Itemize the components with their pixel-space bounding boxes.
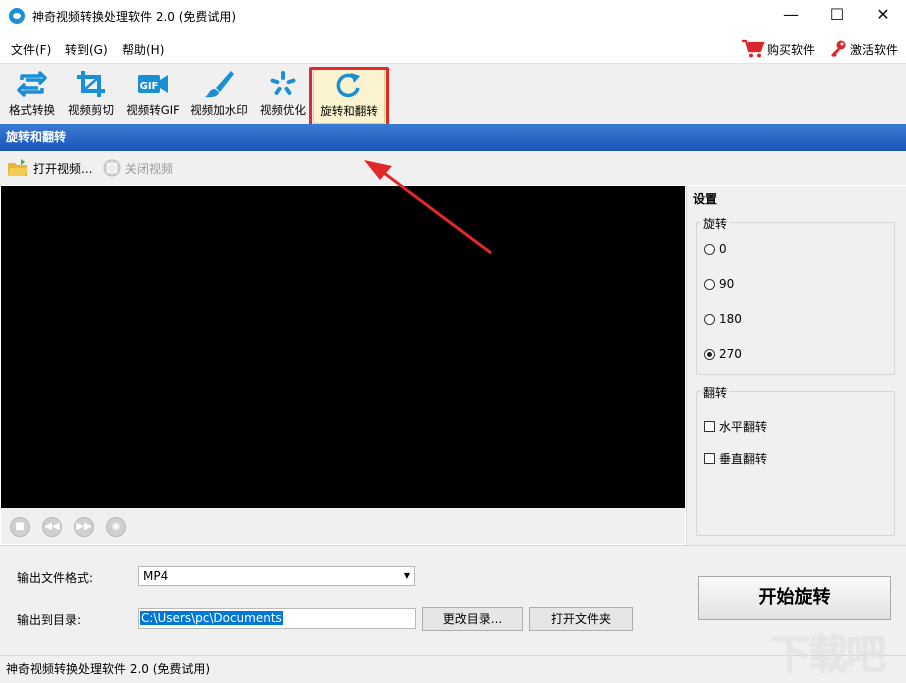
start-rotate-button[interactable]: 开始旋转 [698,576,891,620]
gif-badge-text: GIF [140,81,159,92]
gif-icon: GIF [138,75,168,93]
flip-horizontal-checkbox[interactable]: 水平翻转 [704,418,767,435]
tool-label: 视频剪切 [68,103,114,117]
radio-button[interactable] [704,278,715,290]
highlight-box [309,67,389,127]
rotate-option-0[interactable]: 0 [704,242,727,256]
video-preview[interactable] [1,186,685,508]
open-folder-button[interactable]: 打开文件夹 [529,607,633,631]
checkbox-label: 水平翻转 [719,420,768,434]
format-value: MP4 [143,569,169,583]
key-icon [831,40,846,57]
rotate-group-label: 旋转 [701,215,730,232]
tool-video-optimize[interactable]: 视频优化 [256,68,310,122]
cart-icon [742,39,765,58]
tool-label: 视频转GIF [126,103,180,117]
dir-value: C:\Users\pc\Documents [140,611,283,625]
minimize-button[interactable]: — [768,0,814,32]
open-folder-icon [8,159,28,176]
maximize-button[interactable]: ☐ [814,0,860,32]
chevron-down-icon: ▼ [403,571,410,580]
optimize-icon [270,71,296,95]
menu-file[interactable]: 文件(F) [11,41,51,58]
section-header: 旋转和翻转 [0,124,906,151]
tool-video-crop[interactable]: 视频剪切 [63,68,119,122]
tool-label: 格式转换 [9,103,55,117]
checkbox-label: 垂直翻转 [719,452,768,466]
menu-goto[interactable]: 转到(G) [65,41,108,58]
dir-label: 输出到目录: [17,613,82,627]
checkbox[interactable] [704,453,715,464]
output-dir-input[interactable]: C:\Users\pc\Documents [138,608,416,629]
buy-software-button[interactable]: 购买软件 [741,39,815,59]
tool-label: 视频优化 [260,103,306,117]
menu-help[interactable]: 帮助(H) [122,41,164,58]
open-video-label: 打开视频... [33,161,93,176]
radio-label: 0 [719,242,727,256]
settings-title: 设置 [693,192,718,206]
app-icon [9,8,25,24]
tool-video-to-gif[interactable]: GIF 视频转GIF [122,68,184,122]
flip-vertical-checkbox[interactable]: 垂直翻转 [704,450,767,467]
main-toolbar: 格式转换 视频剪切 GIF 视频转GIF 视频加水印 视频优化 旋转和翻转 [0,63,906,125]
change-dir-button[interactable]: 更改目录... [422,607,523,631]
format-convert-icon [17,71,47,97]
format-select[interactable]: MP4 ▼ [138,566,415,586]
radio-button-selected[interactable] [704,348,715,360]
menu-bar: 文件(F) 转到(G) 帮助(H) 购买软件 激活软件 [0,33,906,63]
tool-format-convert[interactable]: 格式转换 [4,68,60,122]
close-button[interactable]: ✕ [860,0,906,32]
open-video-button[interactable]: 打开视频... [7,158,92,178]
snapshot-icon[interactable]: ◉ [106,517,126,537]
video-toolbar: 打开视频... 关闭视频 [0,151,906,185]
rewind-icon[interactable]: ◀◀ [42,517,62,537]
brush-icon [205,71,234,98]
tool-label: 视频加水印 [190,103,248,117]
stop-icon[interactable]: ■ [10,517,30,537]
close-video-icon [103,159,121,177]
playback-controls: ■ ◀◀ ▶▶ ◉ [1,508,685,544]
checkbox[interactable] [704,421,715,432]
buy-label: 购买软件 [767,42,816,57]
rotate-option-270[interactable]: 270 [704,347,742,361]
rotate-option-180[interactable]: 180 [704,312,742,326]
title-bar: 神奇视频转换处理软件 2.0 (免费试用) — ☐ ✕ [0,0,906,32]
radio-label: 180 [719,312,742,326]
crop-icon [77,71,105,97]
close-video-button[interactable]: 关闭视频 [103,158,173,178]
format-label: 输出文件格式: [17,571,94,585]
activate-software-button[interactable]: 激活软件 [828,39,898,59]
watermark-logo: 下载吧 [770,632,886,678]
activate-label: 激活软件 [850,42,899,57]
radio-button[interactable] [704,243,715,255]
forward-icon[interactable]: ▶▶ [74,517,94,537]
rotate-option-90[interactable]: 90 [704,277,734,291]
radio-label: 270 [719,347,742,361]
radio-label: 90 [719,277,735,291]
close-video-label: 关闭视频 [125,161,174,176]
tool-watermark[interactable]: 视频加水印 [187,68,251,122]
radio-button[interactable] [704,313,715,325]
flip-group-label: 翻转 [701,384,730,401]
window-title: 神奇视频转换处理软件 2.0 (免费试用) [32,10,237,24]
